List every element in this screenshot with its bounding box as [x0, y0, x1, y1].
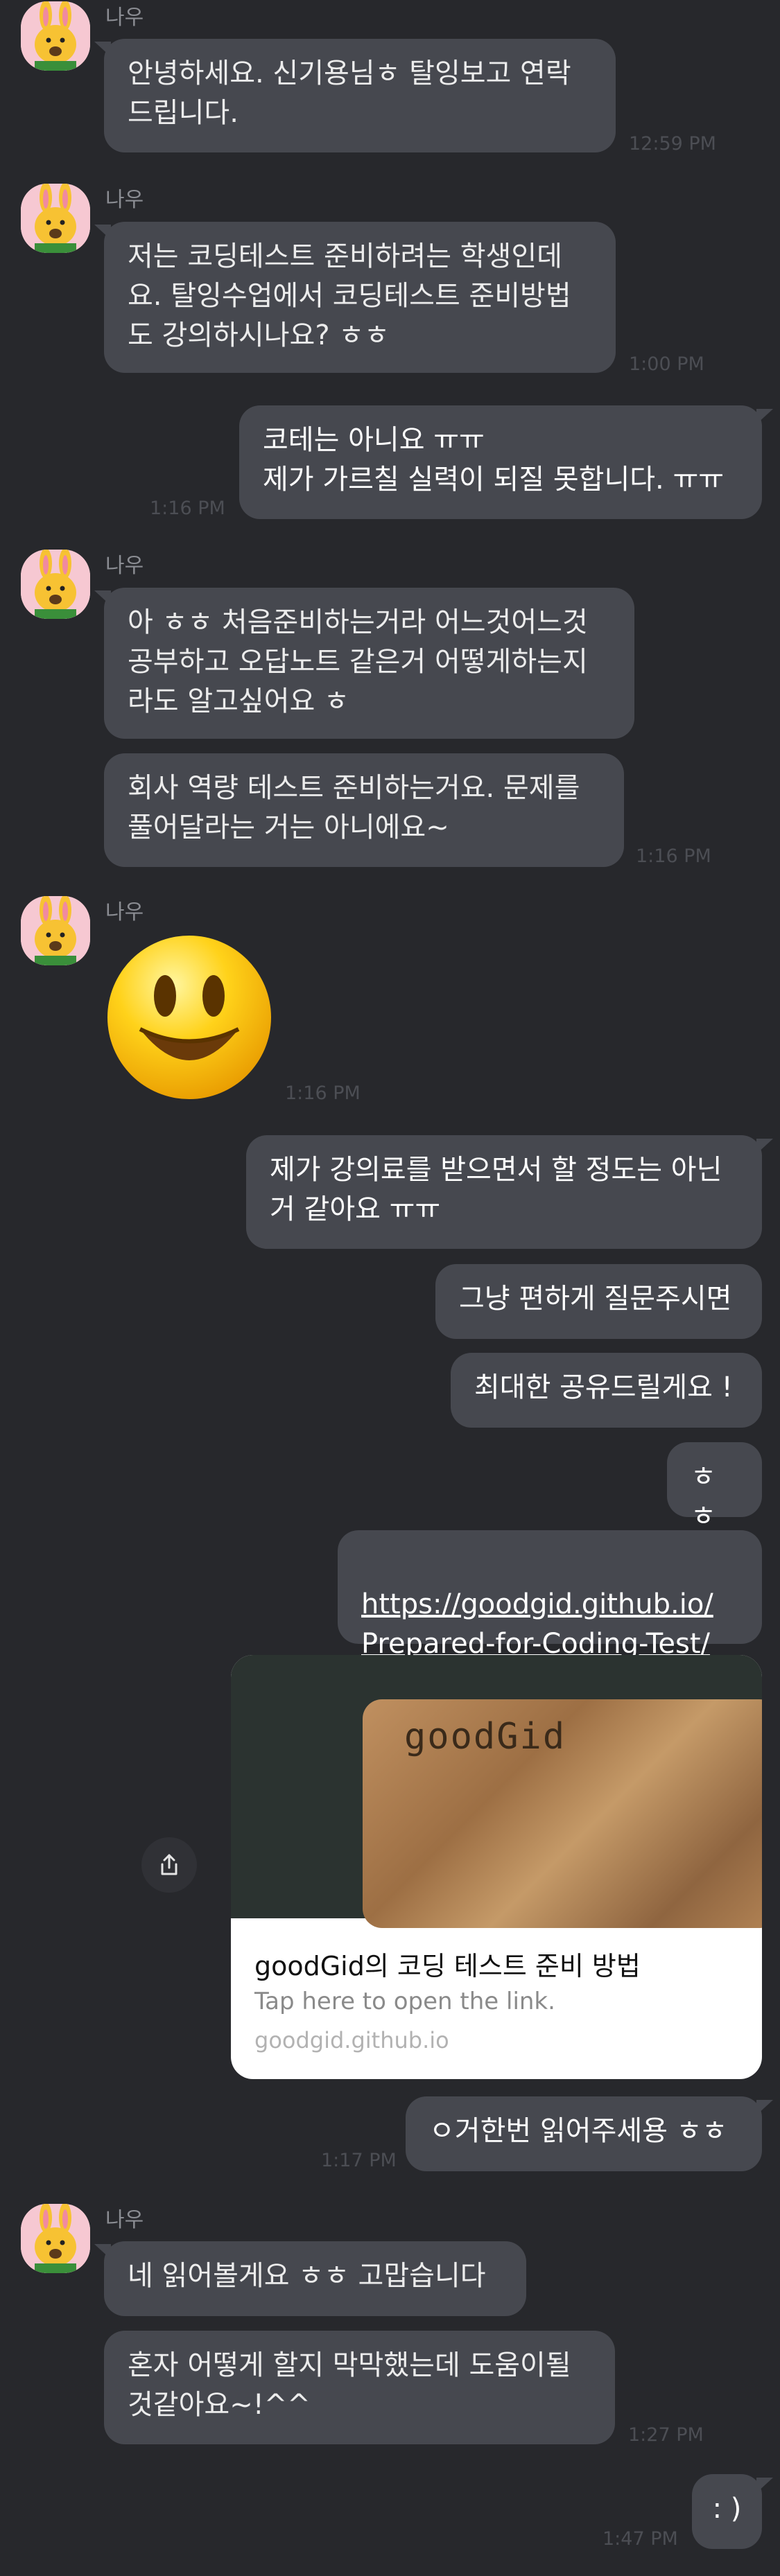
muzi-character-icon [21, 184, 90, 253]
sender-name: 나우 [105, 6, 144, 30]
sender-avatar[interactable] [21, 550, 90, 619]
sender-name: 나우 [105, 2208, 144, 2232]
bubble-tail [756, 2478, 773, 2493]
message-time: 12:59 PM [629, 133, 716, 155]
message-time: 1:17 PM [321, 2150, 397, 2171]
muzi-character-icon [21, 550, 90, 619]
sender-avatar[interactable] [21, 896, 90, 965]
incoming-message[interactable]: 네 읽어볼게요 ㅎㅎ 고맙습니다 [104, 2241, 526, 2316]
sender-avatar[interactable] [21, 2204, 90, 2273]
bubble-tail [756, 2100, 773, 2115]
bubble-tail [756, 1139, 773, 1154]
outgoing-message[interactable]: 최대한 공유드릴게요 ! [451, 1353, 762, 1428]
outgoing-message[interactable]: 제가 강의료를 받으면서 할 정도는 아닌 거 같아요 ㅠㅠ [246, 1135, 762, 1249]
message-time: 1:47 PM [603, 2528, 678, 2550]
muzi-character-icon [21, 1, 90, 71]
incoming-message[interactable]: 회사 역량 테스트 준비하는거요. 문제를 풀어달라는 거는 아니에요~ [104, 753, 624, 867]
message-time: 1:00 PM [629, 353, 704, 375]
image-logo-text: goodGid [404, 1716, 566, 1758]
muzi-character-icon [21, 896, 90, 965]
incoming-message[interactable]: 혼자 어떻게 할지 막막했는데 도움이될 것같아요~!^^ [104, 2331, 615, 2444]
sender-name: 나우 [105, 900, 144, 925]
message-time: 1:27 PM [628, 2424, 704, 2446]
muzi-character-icon [21, 2204, 90, 2273]
outgoing-message[interactable]: : ) [692, 2474, 762, 2549]
message-time: 1:16 PM [285, 1083, 361, 1104]
link-preview-title: goodGid의 코딩 테스트 준비 방법 [254, 1951, 641, 1981]
share-button[interactable] [141, 1837, 197, 1893]
incoming-message[interactable]: 안녕하세요. 신기용님ㅎ 탈잉보고 연락 드립니다. [104, 39, 616, 152]
sender-avatar[interactable] [21, 184, 90, 253]
smiley-face-icon [107, 936, 271, 1099]
outgoing-message[interactable]: 코테는 아니요 ㅠㅠ 제가 가르칠 실력이 되질 못합니다. ㅠㅠ [239, 405, 762, 519]
link-preview-subtitle: Tap here to open the link. [254, 1988, 555, 2015]
link-preview-domain: goodgid.github.io [254, 2027, 449, 2053]
share-icon [161, 1854, 177, 1875]
link-preview-card[interactable]: goodGid goodGid의 코딩 테스트 준비 방법 Tap here t… [231, 1655, 762, 2079]
incoming-message[interactable]: 아 ㅎㅎ 처음준비하는거라 어느것어느것 공부하고 오답노트 같은거 어떻게하는… [104, 588, 634, 739]
sender-avatar[interactable] [21, 1, 90, 71]
outgoing-message[interactable]: 그냥 편하게 질문주시면 [435, 1264, 762, 1339]
bubble-tail [756, 409, 773, 424]
outgoing-message[interactable]: ㅎㅎ [667, 1442, 762, 1532]
smiley-emoji[interactable] [104, 932, 275, 1103]
message-link[interactable]: https://goodgid.github.io/ Prepared-for-… [361, 1588, 713, 1660]
sender-name: 나우 [105, 188, 144, 212]
sender-name: 나우 [105, 554, 144, 578]
message-time: 1:16 PM [150, 498, 225, 519]
link-preview-image: goodGid [231, 1655, 762, 1928]
outgoing-message[interactable]: ㅇ거한번 읽어주세용 ㅎㅎ [406, 2096, 762, 2171]
outgoing-link-message[interactable]: https://goodgid.github.io/ Prepared-for-… [338, 1530, 762, 1660]
incoming-message[interactable]: 저는 코딩테스트 준비하려는 학생인데 요. 탈잉수업에서 코딩테스트 준비방법… [104, 222, 616, 373]
message-time: 1:16 PM [636, 845, 711, 867]
